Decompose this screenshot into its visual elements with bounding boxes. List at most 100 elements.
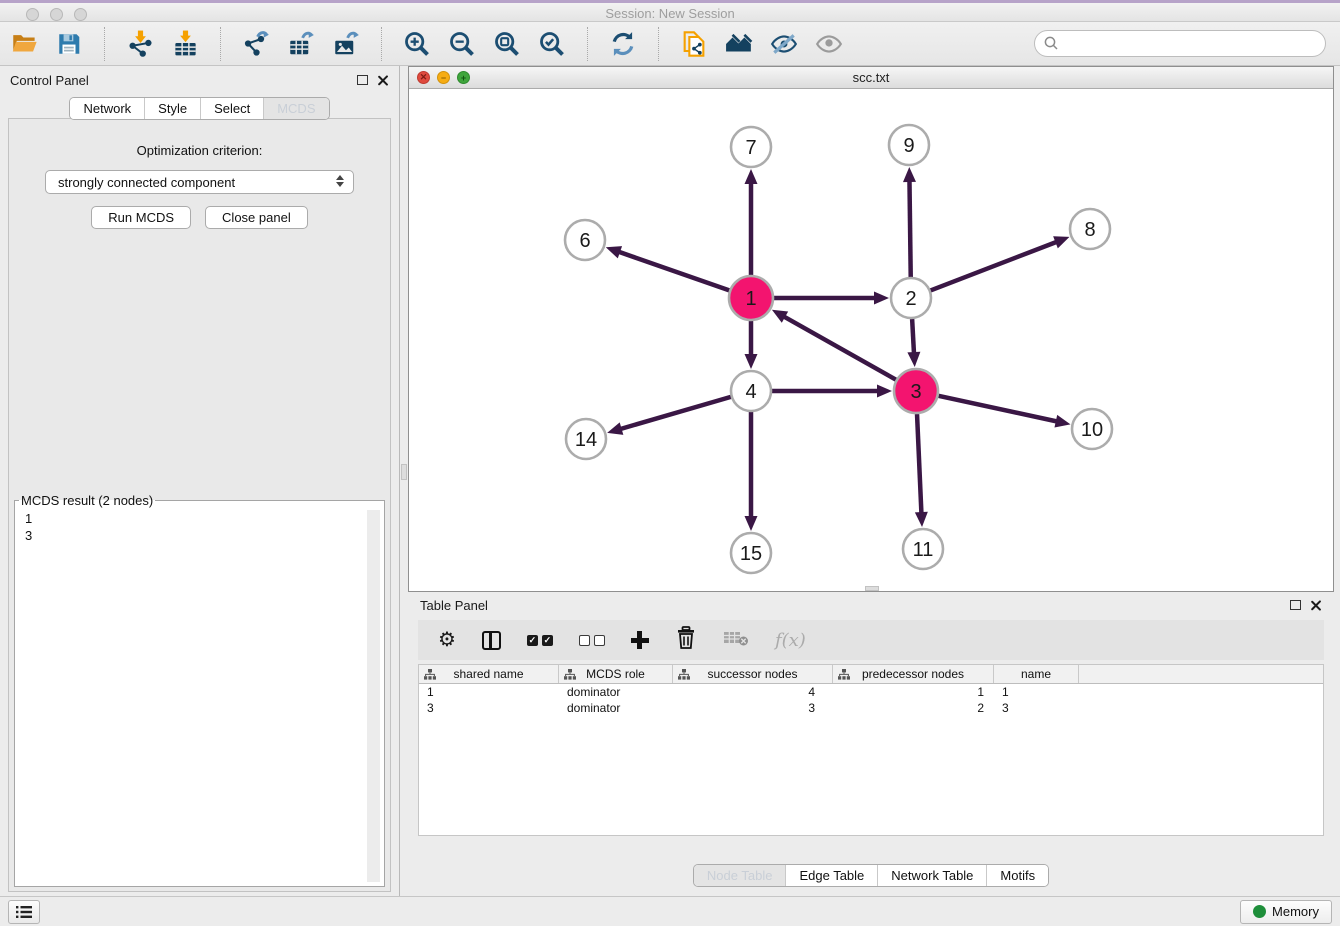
table-tab-bar: Node Table Edge Table Network Table Moti… [693,864,1049,887]
graph-edge-3-10[interactable] [938,396,1057,422]
control-panel-tab-bar: Network Style Select MCDS [69,97,329,120]
split-view-icon[interactable] [482,631,501,650]
delete-table-icon[interactable] [723,629,749,652]
memory-button[interactable]: Memory [1240,900,1332,924]
divider-grip[interactable] [401,464,407,480]
gear-icon[interactable]: ⚙ [438,630,456,650]
network-canvas[interactable]: 7968124314101511 [409,90,1333,591]
select-all-icon[interactable]: ✓✓ [527,635,553,646]
graph-edge-2-3[interactable] [912,319,914,354]
node-label: 11 [913,539,934,561]
close-panel-button[interactable]: Close panel [205,206,308,229]
column-header-predecessor-nodes[interactable]: predecessor nodes [833,665,994,683]
application-window: Session: New Session [0,0,1340,926]
close-panel-icon[interactable] [377,74,389,86]
graph-edge-3-1[interactable] [783,316,896,380]
cell-successor-nodes[interactable]: 4 [673,685,833,699]
tree-icon [678,669,690,684]
edge-arrowhead [915,512,928,527]
add-column-icon[interactable] [631,631,649,649]
column-header-name[interactable]: name [994,665,1079,683]
cell-mcds-role[interactable]: dominator [559,701,673,715]
table-toolbar: ⚙ ✓✓ f(x) [418,620,1324,660]
control-panel: Control Panel Network Style Select MCDS … [0,66,400,896]
close-table-panel-icon[interactable] [1310,599,1322,611]
window-title: Session: New Session [0,6,1340,21]
edge-arrowhead [877,385,892,398]
cell-successor-nodes[interactable]: 3 [673,701,833,715]
graph-edge-1-6[interactable] [618,252,729,291]
tab-node-table[interactable]: Node Table [694,865,786,886]
tab-mcds[interactable]: MCDS [263,98,328,119]
mcds-result-text[interactable]: 1 3 [17,510,382,884]
horizontal-divider-grip[interactable] [865,586,879,591]
table-row[interactable]: 1 dominator 4 1 1 [419,684,1323,700]
mcds-result-box: MCDS result (2 nodes) 1 3 [14,493,385,887]
graph-edge-2-9[interactable] [909,180,910,277]
cell-predecessor-nodes[interactable]: 2 [833,701,994,715]
toolbar-separator [658,27,659,61]
delete-icon[interactable] [675,626,697,655]
tab-network[interactable]: Network [70,98,144,119]
zoom-in-icon[interactable] [403,30,431,58]
export-network-icon[interactable] [242,30,270,58]
float-table-panel-icon[interactable] [1290,600,1301,610]
memory-status-icon [1253,905,1266,918]
deselect-all-icon[interactable] [579,635,605,646]
result-line: 1 [17,510,382,527]
optimization-criterion-select[interactable]: strongly connected component [45,170,354,194]
tab-style[interactable]: Style [144,98,200,119]
result-scrollbar[interactable] [367,510,380,882]
edge-arrowhead [903,167,916,182]
cell-predecessor-nodes[interactable]: 1 [833,685,994,699]
open-session-icon[interactable] [10,30,38,58]
tree-icon [564,669,576,684]
cell-mcds-role[interactable]: dominator [559,685,673,699]
export-image-icon[interactable] [332,30,360,58]
float-panel-icon[interactable] [357,75,368,85]
graph-edge-4-14[interactable] [620,397,731,429]
cell-name[interactable]: 3 [994,701,1079,715]
edge-arrowhead [745,169,758,184]
column-header-shared-name[interactable]: shared name [419,665,559,683]
zoom-out-icon[interactable] [448,30,476,58]
function-builder-icon[interactable]: f(x) [775,630,806,651]
graph-edge-3-11[interactable] [917,414,921,514]
zoom-selected-icon[interactable] [538,30,566,58]
node-label: 9 [903,135,914,157]
table-panel: Table Panel ⚙ ✓✓ f(x) [408,592,1334,896]
table-row[interactable]: 3 dominator 3 2 3 [419,700,1323,716]
export-table-icon[interactable] [287,30,315,58]
panel-divider[interactable] [400,66,408,896]
cell-shared-name[interactable]: 1 [419,685,559,699]
clone-network-icon[interactable] [680,30,708,58]
run-mcds-button[interactable]: Run MCDS [91,206,191,229]
zoom-fit-icon[interactable] [493,30,521,58]
first-neighbors-icon[interactable] [725,30,753,58]
network-window-titlebar[interactable]: ✕ − + scc.txt [409,67,1333,89]
tab-select[interactable]: Select [200,98,263,119]
column-header-mcds-role[interactable]: MCDS role [559,665,673,683]
edge-arrowhead [1054,415,1070,428]
task-history-button[interactable] [8,900,40,924]
refresh-icon[interactable] [609,30,637,58]
node-label: 15 [740,543,762,565]
table-panel-title: Table Panel [420,598,1290,613]
import-table-icon[interactable] [171,30,199,58]
tab-motifs[interactable]: Motifs [986,865,1048,886]
hide-selected-icon[interactable] [770,30,798,58]
column-header-successor-nodes[interactable]: successor nodes [673,665,833,683]
search-field-wrap [1034,30,1326,57]
tab-network-table[interactable]: Network Table [877,865,986,886]
show-all-icon[interactable] [815,30,843,58]
graph-edge-2-8[interactable] [931,242,1058,291]
selected-option: strongly connected component [58,175,235,190]
search-input[interactable] [1034,30,1326,57]
tab-edge-table[interactable]: Edge Table [785,865,877,886]
network-graph[interactable]: 7968124314101511 [409,90,1333,592]
cell-shared-name[interactable]: 3 [419,701,559,715]
import-network-icon[interactable] [126,30,154,58]
toolbar-separator [220,27,221,61]
save-session-icon[interactable] [55,30,83,58]
cell-name[interactable]: 1 [994,685,1079,699]
